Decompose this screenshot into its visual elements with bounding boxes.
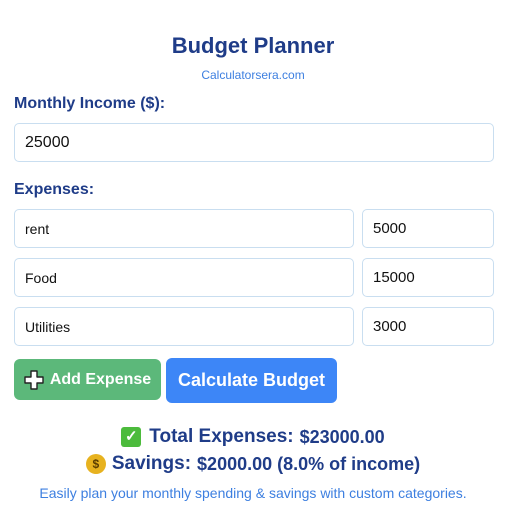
expense-name-input[interactable]	[14, 258, 354, 297]
add-expense-button[interactable]: Add Expense	[14, 359, 161, 400]
expense-amount-input[interactable]	[362, 258, 494, 297]
plus-icon	[24, 369, 44, 390]
income-input[interactable]	[14, 123, 494, 162]
savings-value: $2000.00 (8.0% of income)	[197, 453, 421, 474]
budget-planner-app: Budget Planner Calculatorsera.com Monthl…	[0, 0, 506, 526]
savings-label: Savings:	[111, 453, 192, 474]
money-bag-icon: $	[85, 454, 106, 474]
page-title: Budget Planner	[171, 33, 335, 58]
site-credit: Calculatorsera.com	[201, 68, 305, 82]
total-expenses-label: Total Expenses:	[149, 426, 294, 447]
expense-name-input[interactable]	[14, 209, 354, 248]
total-expenses-value: $23000.00	[299, 426, 385, 447]
expenses-label: Expenses:	[14, 181, 95, 198]
check-mark-icon: ✓	[121, 427, 142, 447]
expense-amount-input[interactable]	[362, 209, 494, 248]
expense-amount-input[interactable]	[362, 307, 494, 346]
income-label: Monthly Income ($):	[14, 95, 166, 112]
footer-tagline: Easily plan your monthly spending & savi…	[39, 485, 467, 501]
calculate-budget-button[interactable]: Calculate Budget	[166, 358, 337, 403]
savings-line: $ Savings: $2000.00 (8.0% of income)	[0, 453, 506, 475]
expense-name-input[interactable]	[14, 307, 354, 346]
add-expense-label: Add Expense	[49, 370, 152, 388]
total-expenses-line: ✓ Total Expenses: $23000.00	[0, 426, 506, 448]
